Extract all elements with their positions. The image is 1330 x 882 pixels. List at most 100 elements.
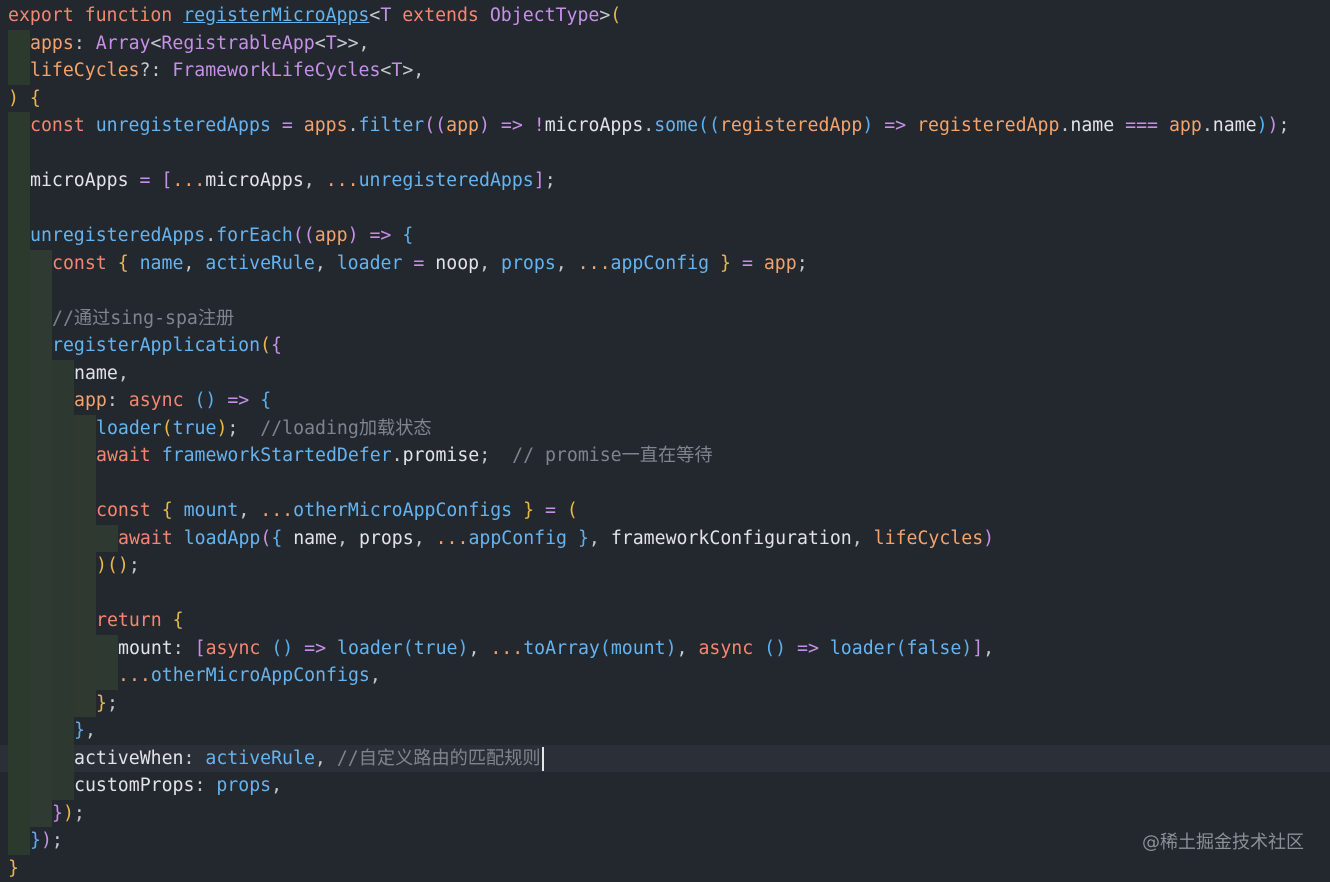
code-line[interactable]: }, — [0, 717, 1330, 745]
code-token: ; — [52, 830, 63, 851]
code-line[interactable]: )(); — [0, 552, 1330, 580]
code-line[interactable]: const { name, activeRule, loader = noop,… — [0, 250, 1330, 278]
code-token: : — [184, 748, 206, 769]
code-line[interactable]: } — [0, 855, 1330, 882]
code-line[interactable]: await frameworkStartedDefer.promise; // … — [0, 442, 1330, 470]
code-token — [512, 500, 523, 521]
code-token: . — [205, 225, 216, 246]
code-token: ; — [107, 693, 118, 714]
code-line[interactable]: }; — [0, 690, 1330, 718]
code-line[interactable]: microApps = [...microApps, ...unregister… — [0, 167, 1330, 195]
code-line[interactable] — [0, 140, 1330, 168]
code-token — [173, 500, 184, 521]
code-token: ] — [972, 638, 983, 659]
code-token: = — [413, 253, 424, 274]
indent-guide — [8, 800, 30, 828]
code-token: < — [380, 60, 391, 81]
code-token: , — [304, 170, 326, 191]
code-token — [391, 225, 402, 246]
code-line[interactable]: customProps: props, — [0, 772, 1330, 800]
code-token: , — [589, 528, 611, 549]
code-token: { — [402, 225, 413, 246]
code-token — [271, 115, 282, 136]
code-line[interactable] — [0, 195, 1330, 223]
code-line[interactable]: const { mount, ...otherMicroAppConfigs }… — [0, 497, 1330, 525]
indent-guide — [52, 552, 74, 580]
code-token: apps — [304, 115, 348, 136]
indent-guide — [8, 305, 30, 333]
code-line[interactable]: unregisteredApps.forEach((app) => { — [0, 222, 1330, 250]
indent-guide — [30, 497, 52, 525]
code-line[interactable]: app: async () => { — [0, 387, 1330, 415]
indent-guide — [30, 250, 52, 278]
code-token: // promise一直在等待 — [512, 445, 712, 466]
code-line[interactable]: mount: [async () => loader(true), ...toA… — [0, 635, 1330, 663]
code-token — [786, 638, 797, 659]
code-token — [424, 253, 435, 274]
code-line[interactable]: const unregisteredApps = apps.filter((ap… — [0, 112, 1330, 140]
code-token: T — [391, 60, 402, 81]
code-token: async — [698, 638, 753, 659]
code-token: ) — [96, 555, 107, 576]
code-line[interactable]: //通过sing-spa注册 — [0, 305, 1330, 333]
code-token: FrameworkLifeCycles — [172, 60, 380, 81]
code-token: ; — [545, 170, 556, 191]
indent-guide — [30, 387, 52, 415]
indent-guide — [8, 112, 30, 140]
code-token — [282, 528, 293, 549]
code-token: ) — [961, 638, 972, 659]
code-token: otherMicroAppConfigs — [151, 665, 370, 686]
code-line[interactable] — [0, 580, 1330, 608]
code-line[interactable] — [0, 470, 1330, 498]
indent-guide — [74, 470, 96, 498]
code-line[interactable]: ) { — [0, 85, 1330, 113]
code-token: mount — [184, 500, 239, 521]
code-token: , — [852, 528, 874, 549]
code-token — [293, 115, 304, 136]
code-line[interactable]: lifeCycles?: FrameworkLifeCycles<T>, — [0, 57, 1330, 85]
indent-guide — [8, 332, 30, 360]
code-line[interactable]: }); — [0, 800, 1330, 828]
code-token — [753, 638, 764, 659]
indent-guide — [8, 552, 30, 580]
code-line[interactable]: activeWhen: activeRule, //自定义路由的匹配规则 — [0, 745, 1330, 773]
indent-guide — [8, 580, 30, 608]
indent-guide — [30, 415, 52, 443]
code-line[interactable]: name, — [0, 360, 1330, 388]
code-line[interactable]: }); — [0, 827, 1330, 855]
code-token: ; — [74, 803, 85, 824]
code-token: ( — [260, 335, 271, 356]
code-line[interactable]: loader(true); //loading加载状态 — [0, 415, 1330, 443]
code-token — [556, 500, 567, 521]
code-token: => — [884, 115, 906, 136]
code-token: , — [414, 528, 436, 549]
code-token: . — [643, 115, 654, 136]
code-line[interactable]: apps: Array<RegistrableApp<T>>, — [0, 30, 1330, 58]
code-line[interactable]: registerApplication({ — [0, 332, 1330, 360]
code-line[interactable]: ...otherMicroAppConfigs, — [0, 662, 1330, 690]
code-token: RegistrableApp — [161, 33, 314, 54]
code-token: promise — [403, 445, 480, 466]
code-token: ; — [1279, 115, 1290, 136]
code-token — [490, 115, 501, 136]
code-token: unregisteredApps — [359, 170, 534, 191]
indent-guide — [52, 662, 74, 690]
code-token: { — [271, 528, 282, 549]
code-token: (( — [698, 115, 720, 136]
code-token — [293, 638, 304, 659]
code-token: : — [173, 638, 195, 659]
code-editor[interactable]: export function registerMicroApps<T exte… — [0, 0, 1330, 880]
code-line[interactable]: await loadApp({ name, props, ...appConfi… — [0, 525, 1330, 553]
indent-guide — [74, 497, 96, 525]
code-line[interactable]: export function registerMicroApps<T exte… — [0, 2, 1330, 30]
code-line[interactable]: return { — [0, 607, 1330, 635]
code-token: () — [271, 638, 293, 659]
code-token: ( — [260, 528, 271, 549]
code-token: , — [337, 528, 359, 549]
code-token — [391, 5, 402, 26]
code-token: ) — [479, 115, 490, 136]
code-token: registerApplication — [52, 335, 260, 356]
indent-guide — [8, 415, 30, 443]
code-line[interactable] — [0, 277, 1330, 305]
code-token — [709, 253, 720, 274]
